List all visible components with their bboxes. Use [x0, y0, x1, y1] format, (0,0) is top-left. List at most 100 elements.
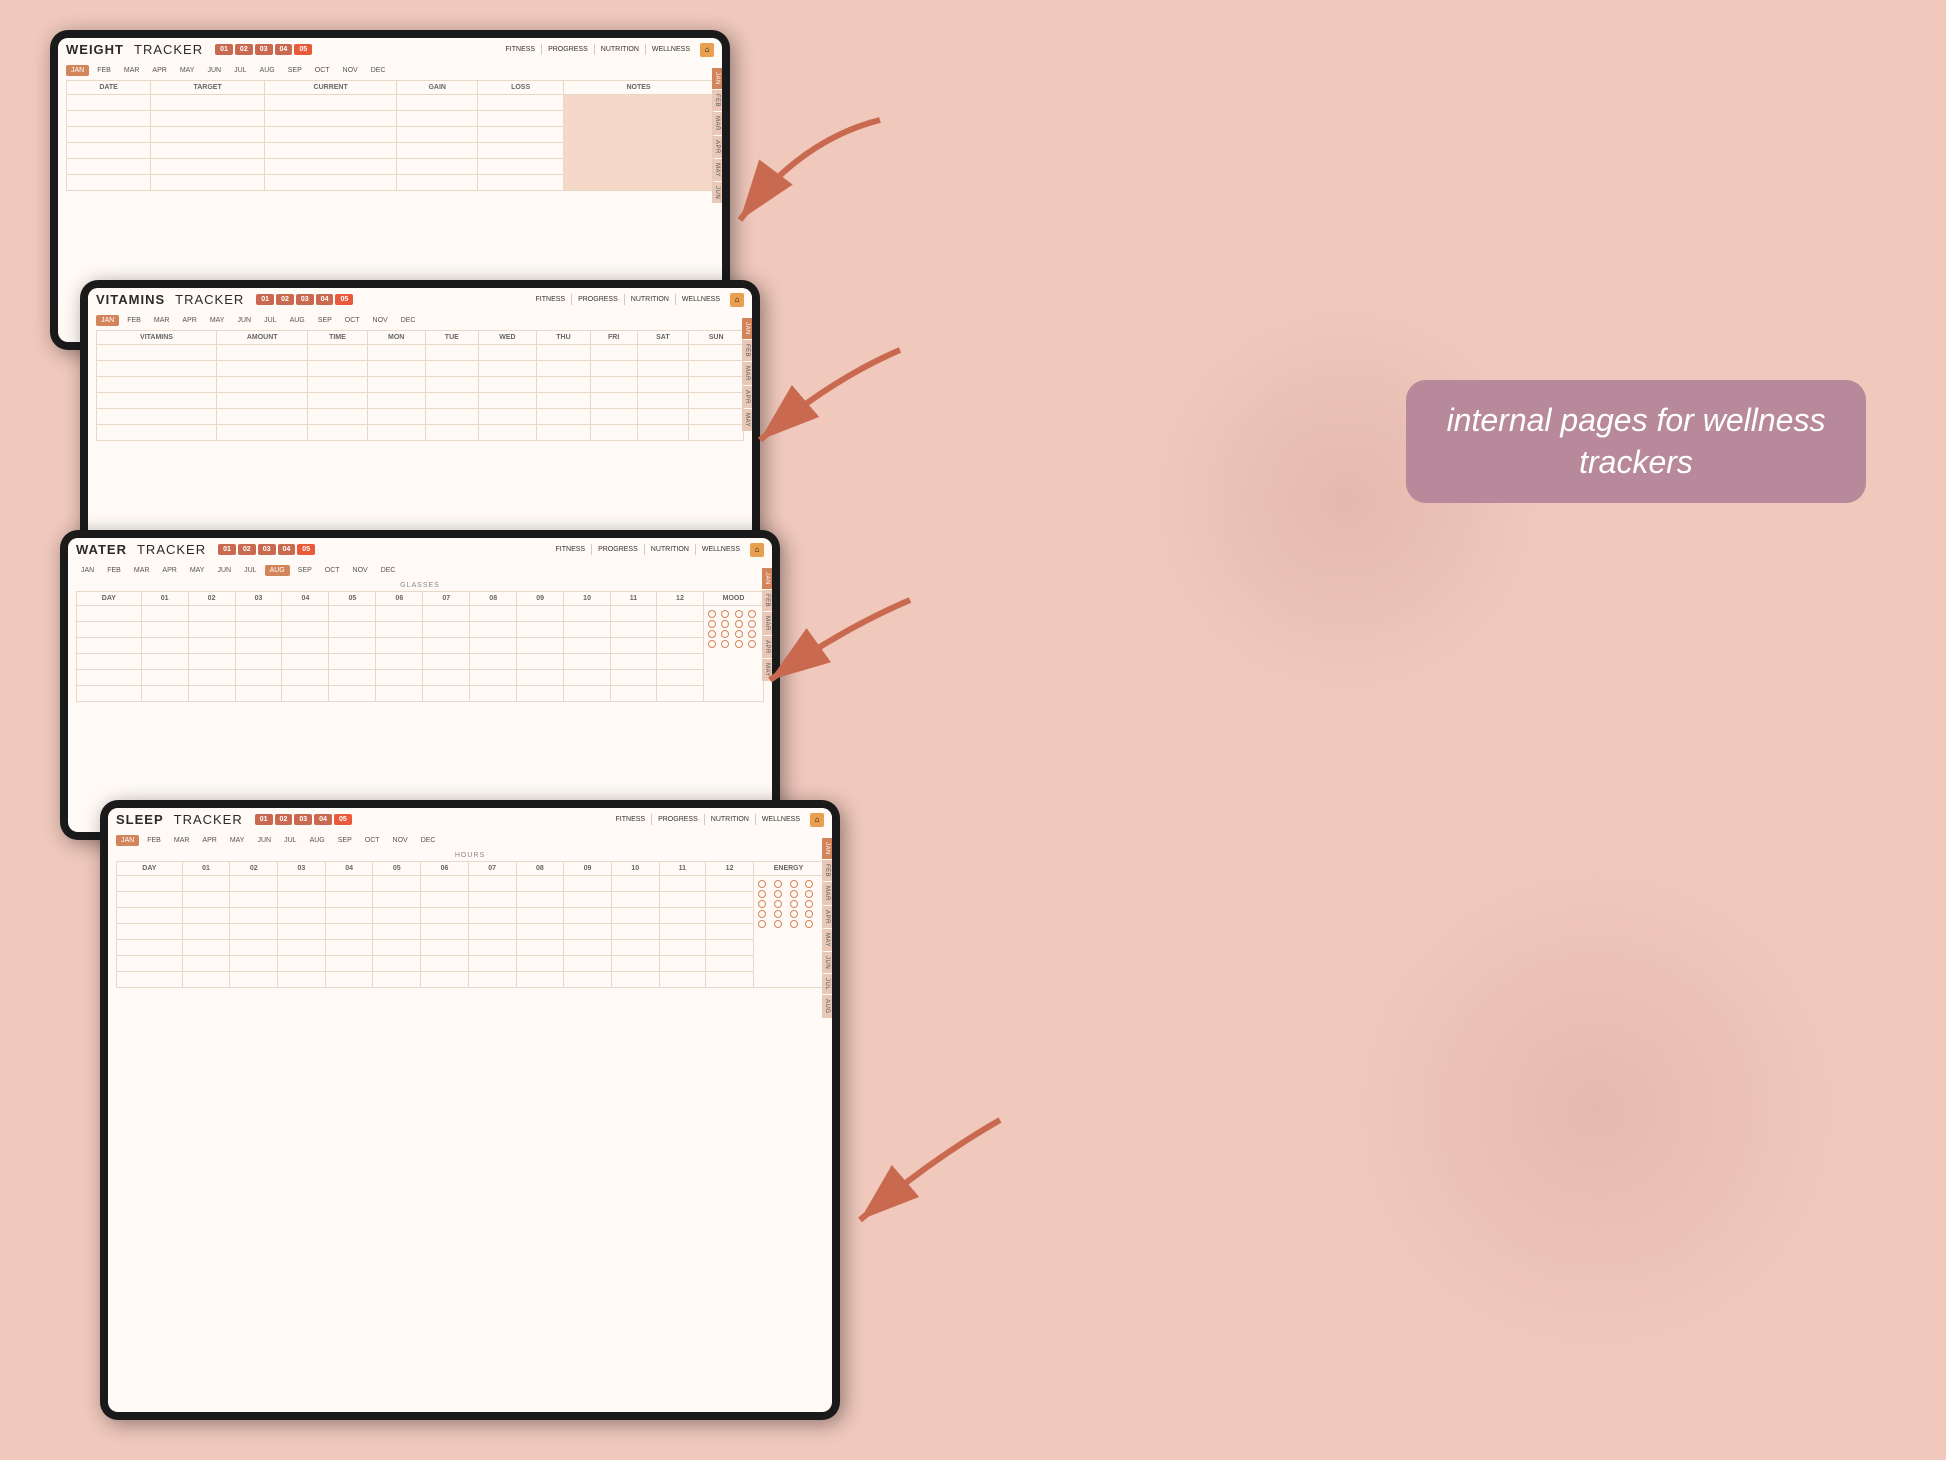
weight-nav-links: FITNESS PROGRESS NUTRITION WELLNESS ⌂: [500, 43, 714, 57]
month-dec[interactable]: DEC: [366, 65, 391, 76]
water-title-second: TRACKER: [137, 542, 206, 557]
hours-label: HOURS: [116, 850, 824, 861]
energy-circle: [805, 890, 813, 898]
sleep-table: DAY 010203 040506 070809 101112 ENERGY: [116, 861, 824, 988]
col-wed: WED: [478, 331, 536, 345]
arrow-3: [730, 580, 930, 700]
weight-table: DATE TARGET CURRENT GAIN LOSS NOTES: [66, 80, 714, 191]
energy-circle: [790, 910, 798, 918]
month-sep[interactable]: SEP: [283, 65, 307, 76]
bubble-text: internal pages for wellness trackers: [1447, 402, 1826, 480]
nav-tab-04[interactable]: 04: [275, 44, 293, 55]
col-current: CURRENT: [265, 81, 397, 95]
nav-tab-02[interactable]: 02: [235, 44, 253, 55]
nav-tab-03[interactable]: 03: [255, 44, 273, 55]
table-row: [77, 670, 764, 686]
table-row: [117, 972, 824, 988]
table-row: [97, 345, 744, 361]
text-bubble: internal pages for wellness trackers: [1406, 380, 1866, 503]
mood-circle: [708, 630, 716, 638]
vitamins-month-tabs: JAN FEB MAR APR MAY JUN JUL AUG SEP OCT …: [88, 311, 752, 330]
month-mar[interactable]: MAR: [119, 65, 145, 76]
table-row: [97, 377, 744, 393]
water-table: DAY 010203 040506 070809 101112 MOOD: [76, 591, 764, 702]
col-gain: GAIN: [397, 81, 478, 95]
energy-circle: [758, 880, 766, 888]
weight-nav-tabs: 01 02 03 04 05: [215, 44, 312, 55]
nutrition-link[interactable]: NUTRITION: [594, 44, 645, 55]
energy-circle: [758, 910, 766, 918]
side-tab-jan[interactable]: JAN: [712, 68, 722, 89]
water-home-icon[interactable]: ⌂: [750, 543, 764, 557]
sleep-side-tabs: JAN FEB MAR APR MAY JUN JUL AUG: [822, 838, 832, 1018]
water-nav-links: FITNESS PROGRESS NUTRITION WELLNESS ⌂: [550, 543, 764, 557]
table-row: [97, 361, 744, 377]
col-mon: MON: [367, 331, 425, 345]
month-may[interactable]: MAY: [175, 65, 200, 76]
col-loss: LOSS: [478, 81, 564, 95]
mood-circle: [721, 620, 729, 628]
table-row: [77, 654, 764, 670]
col-notes: NOTES: [564, 81, 714, 95]
col-fri: FRI: [590, 331, 637, 345]
mood-circle: [708, 610, 716, 618]
progress-link[interactable]: PROGRESS: [541, 44, 594, 55]
table-row: [117, 924, 824, 940]
wellness-link[interactable]: WELLNESS: [645, 44, 696, 55]
weight-title-second: TRACKER: [134, 42, 203, 57]
energy-circle: [790, 900, 798, 908]
nav-tab-05[interactable]: 05: [294, 44, 312, 55]
sleep-home-icon[interactable]: ⌂: [810, 813, 824, 827]
home-icon[interactable]: ⌂: [700, 43, 714, 57]
water-month-tabs: JAN FEB MAR APR MAY JUN JUL AUG SEP OCT …: [68, 561, 772, 580]
table-row: [117, 908, 824, 924]
energy-circle: [774, 920, 782, 928]
table-row: [77, 622, 764, 638]
sleep-month-tabs: JAN FEB MAR APR MAY JUN JUL AUG SEP OCT …: [108, 831, 832, 850]
vitamins-title-second: TRACKER: [175, 292, 244, 307]
month-apr[interactable]: APR: [147, 65, 171, 76]
col-day: DAY: [117, 862, 183, 876]
col-target: TARGET: [151, 81, 265, 95]
water-nav-tabs: 01 02 03 04 05: [218, 544, 315, 555]
water-title: WATER: [76, 542, 127, 557]
glasses-label: GLASSES: [76, 580, 764, 591]
col-vitamins: VITAMINS: [97, 331, 217, 345]
energy-circle: [774, 890, 782, 898]
col-day: DAY: [77, 592, 142, 606]
mood-circle: [721, 610, 729, 618]
table-row: [117, 892, 824, 908]
col-tue: TUE: [425, 331, 478, 345]
energy-circle: [805, 880, 813, 888]
month-jul[interactable]: JUL: [229, 65, 251, 76]
sleep-nav-links: FITNESS PROGRESS NUTRITION WELLNESS ⌂: [610, 813, 824, 827]
sleep-nav-tabs: 01 02 03 04 05: [255, 814, 352, 825]
energy-circle: [790, 890, 798, 898]
weight-title: WEIGHT: [66, 42, 124, 57]
month-nov[interactable]: NOV: [338, 65, 363, 76]
energy-circle: [758, 890, 766, 898]
vitamins-nav-links: FITNESS PROGRESS NUTRITION WELLNESS ⌂: [530, 293, 744, 307]
arrow-2: [720, 330, 920, 460]
sleep-tracker-tablet: SLEEP TRACKER 01 02 03 04 05 FITNESS PRO…: [100, 800, 840, 1420]
month-aug[interactable]: AUG: [255, 65, 280, 76]
vitamins-table: VITAMINS AMOUNT TIME MON TUE WED THU FRI…: [96, 330, 744, 441]
nav-tab-01[interactable]: 01: [215, 44, 233, 55]
vitamins-home-icon[interactable]: ⌂: [730, 293, 744, 307]
sleep-title-second: TRACKER: [174, 812, 243, 827]
col-amount: AMOUNT: [217, 331, 308, 345]
month-jun[interactable]: JUN: [202, 65, 226, 76]
fitness-link[interactable]: FITNESS: [500, 44, 542, 55]
table-row: [117, 876, 824, 892]
table-row: [77, 638, 764, 654]
month-oct[interactable]: OCT: [310, 65, 335, 76]
month-feb[interactable]: FEB: [92, 65, 116, 76]
weight-month-tabs: JAN FEB MAR APR MAY JUN JUL AUG SEP OCT …: [58, 61, 722, 80]
energy-circle: [805, 920, 813, 928]
vitamins-title: VITAMINS: [96, 292, 165, 307]
mood-circle: [708, 620, 716, 628]
month-jan[interactable]: JAN: [66, 65, 89, 76]
energy-circle: [805, 910, 813, 918]
col-sat: SAT: [637, 331, 689, 345]
table-row: [67, 95, 714, 111]
